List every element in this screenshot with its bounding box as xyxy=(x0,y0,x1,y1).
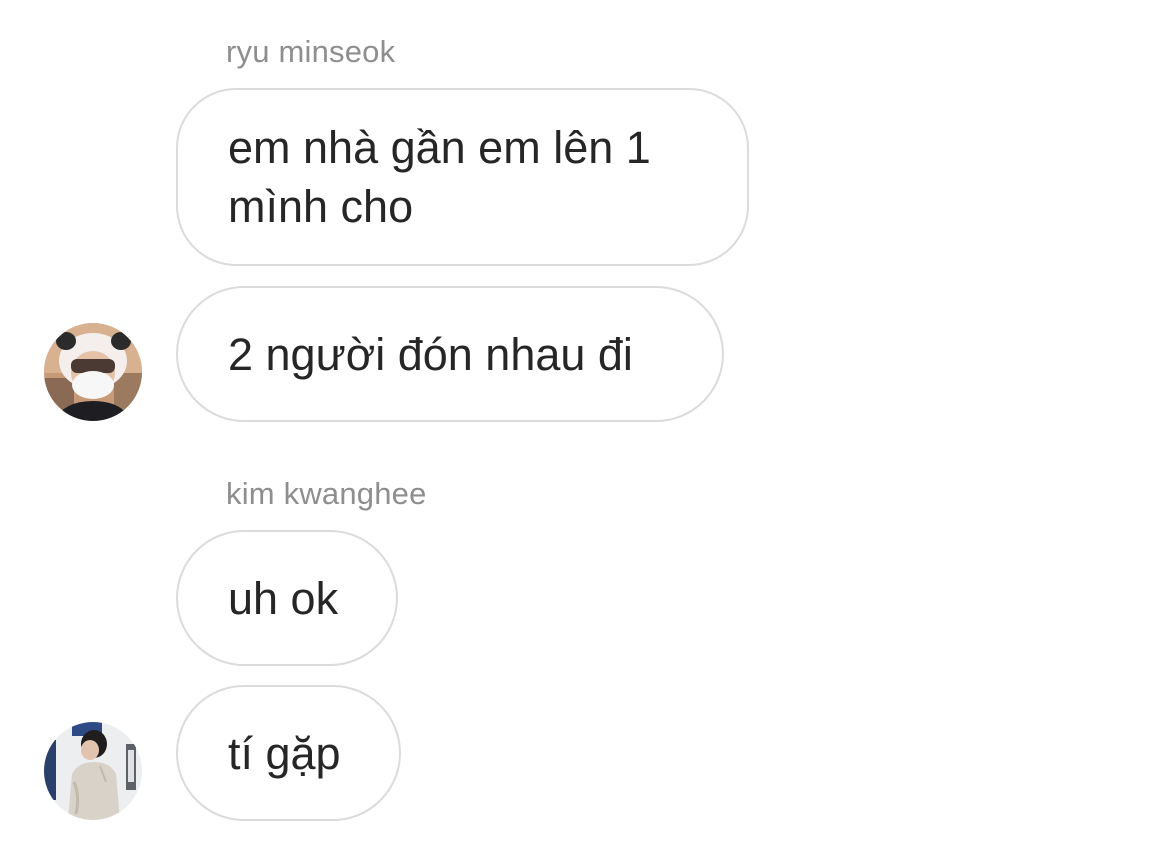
sender-name: ryu minseok xyxy=(226,34,396,69)
panda-hat-masked-person-avatar[interactable] xyxy=(44,323,142,421)
avatar-image xyxy=(44,722,142,820)
message-bubble[interactable]: em nhà gần em lên 1 mình cho xyxy=(176,88,749,266)
message-text: tí gặp xyxy=(228,727,341,779)
avatar-image xyxy=(44,323,142,421)
message-text: 2 người đón nhau đi xyxy=(228,328,633,380)
message-bubble[interactable]: tí gặp xyxy=(176,685,401,821)
hoodie-person-avatar[interactable] xyxy=(44,722,142,820)
sender-name: kim kwanghee xyxy=(226,476,427,511)
message-text: em nhà gần em lên 1 mình cho xyxy=(228,122,651,232)
message-bubble[interactable]: uh ok xyxy=(176,530,398,666)
message-bubble[interactable]: 2 người đón nhau đi xyxy=(176,286,724,422)
message-text: uh ok xyxy=(228,572,339,624)
